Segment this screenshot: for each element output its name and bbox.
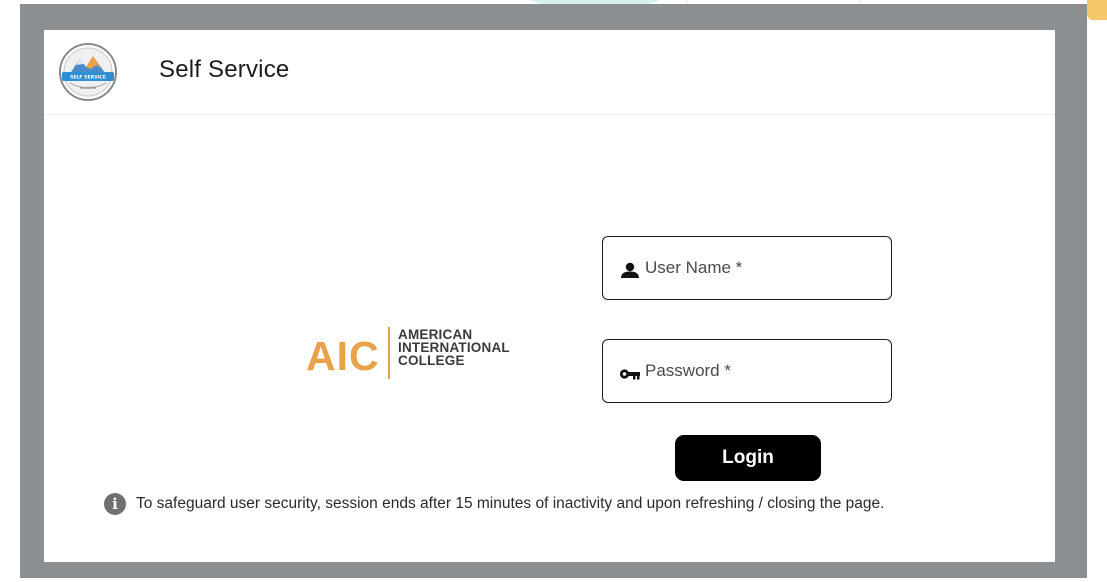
institution-name-line: COLLEGE (398, 353, 465, 368)
modal-frame: SELF SERVICE ELLUCIAN Self Service AIC A… (20, 4, 1087, 578)
header-bar: SELF SERVICE ELLUCIAN Self Service (44, 30, 1055, 115)
password-field[interactable] (602, 339, 892, 403)
key-icon (619, 369, 640, 380)
password-input[interactable] (645, 340, 877, 402)
background-decoration (1087, 0, 1107, 20)
logo-divider (388, 327, 390, 379)
info-icon: i (104, 493, 126, 515)
login-button[interactable]: Login (675, 435, 821, 481)
institution-name: AMERICAN INTERNATIONAL COLLEGE (398, 328, 510, 368)
login-panel: SELF SERVICE ELLUCIAN Self Service AIC A… (44, 30, 1055, 562)
logo-subtext: ELLUCIAN (80, 86, 97, 90)
person-icon (621, 262, 639, 278)
username-field[interactable] (602, 236, 892, 300)
page-title: Self Service (159, 56, 290, 83)
session-notice: i To safeguard user security, session en… (104, 492, 884, 516)
institution-logo: AIC AMERICAN INTERNATIONAL COLLEGE (306, 324, 536, 384)
logo-text: SELF SERVICE (70, 75, 106, 81)
self-service-logo: SELF SERVICE ELLUCIAN (59, 43, 117, 101)
aic-logo-mark: AIC (306, 333, 380, 379)
aic-abbreviation: AIC (306, 333, 380, 379)
username-input[interactable] (645, 237, 877, 299)
session-notice-text: To safeguard user security, session ends… (136, 495, 885, 512)
